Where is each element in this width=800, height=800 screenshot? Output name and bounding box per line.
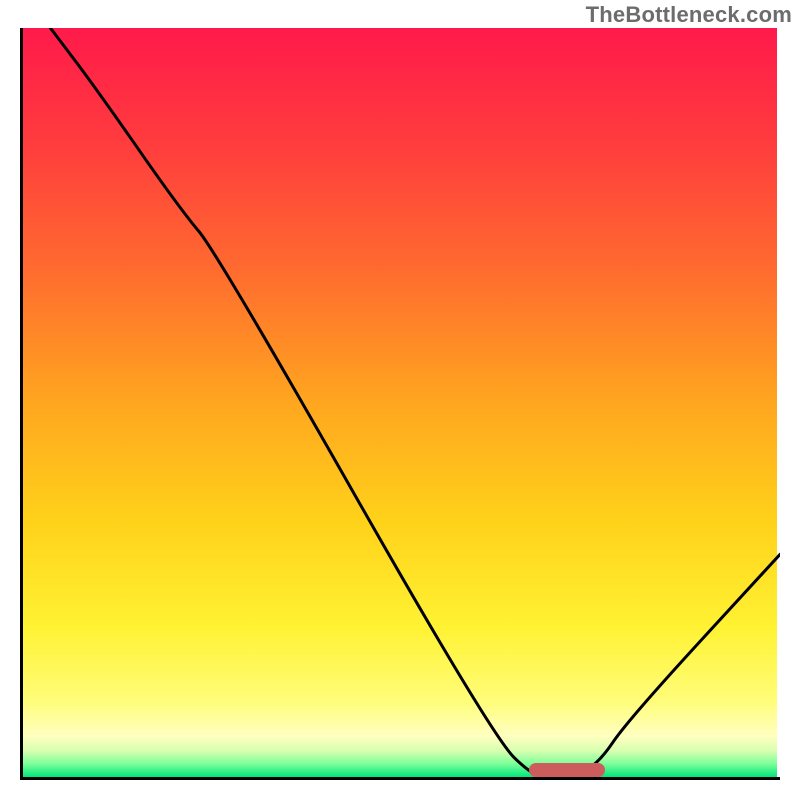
plot-inner [20,28,780,780]
plot-area [20,28,780,780]
y-axis [20,28,23,780]
bottleneck-curve [20,28,780,780]
optimal-range-marker [529,763,605,777]
x-axis [20,777,780,780]
watermark-text: TheBottleneck.com [586,2,792,28]
